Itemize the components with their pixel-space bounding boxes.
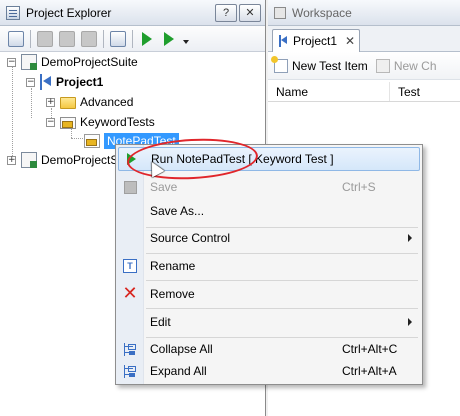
explorer-toolbar bbox=[0, 26, 265, 52]
expand-toggle[interactable]: + bbox=[7, 155, 16, 165]
new-test-item-icon[interactable] bbox=[271, 55, 288, 73]
collapse-all-icon bbox=[118, 338, 142, 360]
keyword-test-icon bbox=[84, 134, 100, 148]
workspace-title-bar: Workspace bbox=[268, 0, 460, 26]
tree-node-project[interactable]: − Project1 bbox=[26, 72, 103, 92]
tree-node-advanced[interactable]: + Advanced bbox=[46, 92, 133, 112]
menu-separator-3 bbox=[146, 280, 418, 281]
disabled-tool-icon-2[interactable] bbox=[59, 30, 75, 47]
disabled-tool-icon[interactable] bbox=[37, 30, 53, 47]
menu-item-edit[interactable]: Edit bbox=[118, 310, 420, 334]
column-header-test[interactable]: Test bbox=[390, 85, 420, 99]
run-selected-icon[interactable] bbox=[164, 31, 174, 46]
menu-item-rename[interactable]: T Rename bbox=[118, 254, 420, 278]
tree-node-suite-2[interactable]: + DemoProjectSu bbox=[7, 150, 125, 170]
panel-buttons: ? ✕ bbox=[215, 4, 261, 22]
tree-node-label: Advanced bbox=[80, 95, 134, 109]
submenu-arrow-icon bbox=[408, 234, 412, 242]
project-suite-icon bbox=[21, 152, 37, 168]
collapse-toggle[interactable]: − bbox=[26, 77, 35, 87]
menu-item-save-as[interactable]: Save As... bbox=[118, 199, 420, 223]
menu-item-source-control[interactable]: Source Control bbox=[118, 226, 420, 250]
chevron-down-icon[interactable] bbox=[183, 39, 189, 44]
submenu-arrow-icon bbox=[408, 318, 412, 326]
new-test-item-button[interactable]: New Test Item bbox=[292, 59, 368, 73]
collapse-toggle[interactable]: − bbox=[7, 57, 16, 67]
menu-item-shortcut: Ctrl+Alt+C bbox=[342, 342, 398, 356]
tree-node-keyword-tests[interactable]: − KeywordTests bbox=[46, 112, 155, 132]
workspace-title: Workspace bbox=[292, 5, 352, 20]
add-item-icon[interactable] bbox=[8, 30, 24, 47]
run-icon[interactable] bbox=[142, 31, 152, 46]
project-explorer-title: Project Explorer bbox=[26, 5, 112, 20]
menu-item-label: Edit bbox=[150, 315, 171, 329]
workspace-icon bbox=[274, 6, 286, 19]
project-explorer-icon bbox=[6, 5, 20, 20]
new-child-button[interactable]: New Ch bbox=[394, 59, 437, 73]
toolbar-separator-2 bbox=[103, 29, 104, 48]
project-suite-icon bbox=[21, 54, 37, 70]
menu-item-label: Save bbox=[150, 180, 178, 194]
project-explorer-title-bar: Project Explorer ? ✕ bbox=[0, 0, 265, 26]
menu-item-label: Save As... bbox=[150, 204, 205, 218]
expand-toggle[interactable]: + bbox=[46, 97, 55, 107]
keyword-tests-folder-icon bbox=[60, 117, 76, 129]
toolbar-separator bbox=[30, 29, 31, 48]
tree-guide-line bbox=[12, 66, 13, 158]
disabled-tool-icon-3[interactable] bbox=[81, 30, 97, 47]
menu-item-label: Rename bbox=[150, 259, 196, 273]
menu-item-expand-all[interactable]: Expand All Ctrl+Alt+A bbox=[118, 359, 420, 383]
close-tab-icon[interactable]: ✕ bbox=[345, 34, 355, 48]
column-header-name[interactable]: Name bbox=[268, 82, 390, 101]
help-button[interactable]: ? bbox=[215, 4, 237, 22]
test-items-grid-header: Name Test bbox=[268, 82, 460, 102]
menu-item-remove[interactable]: ✕ Remove bbox=[118, 282, 420, 306]
menu-item-save[interactable]: Save Ctrl+S bbox=[118, 175, 420, 199]
toolbar-separator-3 bbox=[132, 29, 133, 48]
remove-icon: ✕ bbox=[122, 283, 138, 304]
tree-node-label: DemoProjectSu bbox=[41, 153, 126, 167]
run-icon bbox=[119, 148, 143, 170]
menu-item-shortcut: Ctrl+S bbox=[342, 180, 376, 194]
tree-guide-line-5 bbox=[71, 138, 83, 139]
menu-item-collapse-all[interactable]: Collapse All Ctrl+Alt+C bbox=[118, 337, 420, 361]
tree-node-suite[interactable]: − DemoProjectSuite bbox=[7, 52, 138, 72]
collapse-toggle[interactable]: − bbox=[46, 117, 55, 127]
workspace-toolbar: New Test Item New Ch bbox=[268, 52, 460, 80]
properties-icon[interactable] bbox=[110, 30, 126, 47]
rename-icon: T bbox=[118, 255, 142, 277]
close-panel-button[interactable]: ✕ bbox=[239, 4, 261, 22]
project-icon bbox=[279, 35, 289, 47]
tab-project1[interactable]: Project1 ✕ bbox=[272, 29, 360, 52]
menu-item-label: Source Control bbox=[150, 231, 231, 245]
menu-item-label: Collapse All bbox=[150, 342, 213, 356]
new-child-icon[interactable] bbox=[375, 58, 390, 73]
save-icon bbox=[118, 176, 142, 198]
tree-node-label: KeywordTests bbox=[80, 115, 155, 129]
expand-all-icon bbox=[118, 360, 142, 382]
menu-separator-4 bbox=[146, 308, 418, 309]
project-icon bbox=[40, 74, 52, 90]
folder-icon bbox=[60, 97, 76, 109]
tab-label: Project1 bbox=[293, 34, 338, 48]
menu-item-label: Remove bbox=[150, 287, 195, 301]
menu-item-label: Run NotePadTest [ Keyword Test ] bbox=[151, 152, 334, 166]
menu-item-shortcut: Ctrl+Alt+A bbox=[342, 364, 397, 378]
tree-guide-line-2 bbox=[31, 88, 32, 118]
menu-item-run[interactable]: Run NotePadTest [ Keyword Test ] bbox=[118, 147, 420, 171]
tree-node-label: Project1 bbox=[56, 75, 104, 89]
workspace-tab-row: Project1 ✕ bbox=[268, 26, 460, 52]
menu-item-label: Expand All bbox=[150, 364, 207, 378]
tree-node-label: DemoProjectSuite bbox=[41, 55, 138, 69]
context-menu: Run NotePadTest [ Keyword Test ] Save Ct… bbox=[115, 144, 423, 385]
